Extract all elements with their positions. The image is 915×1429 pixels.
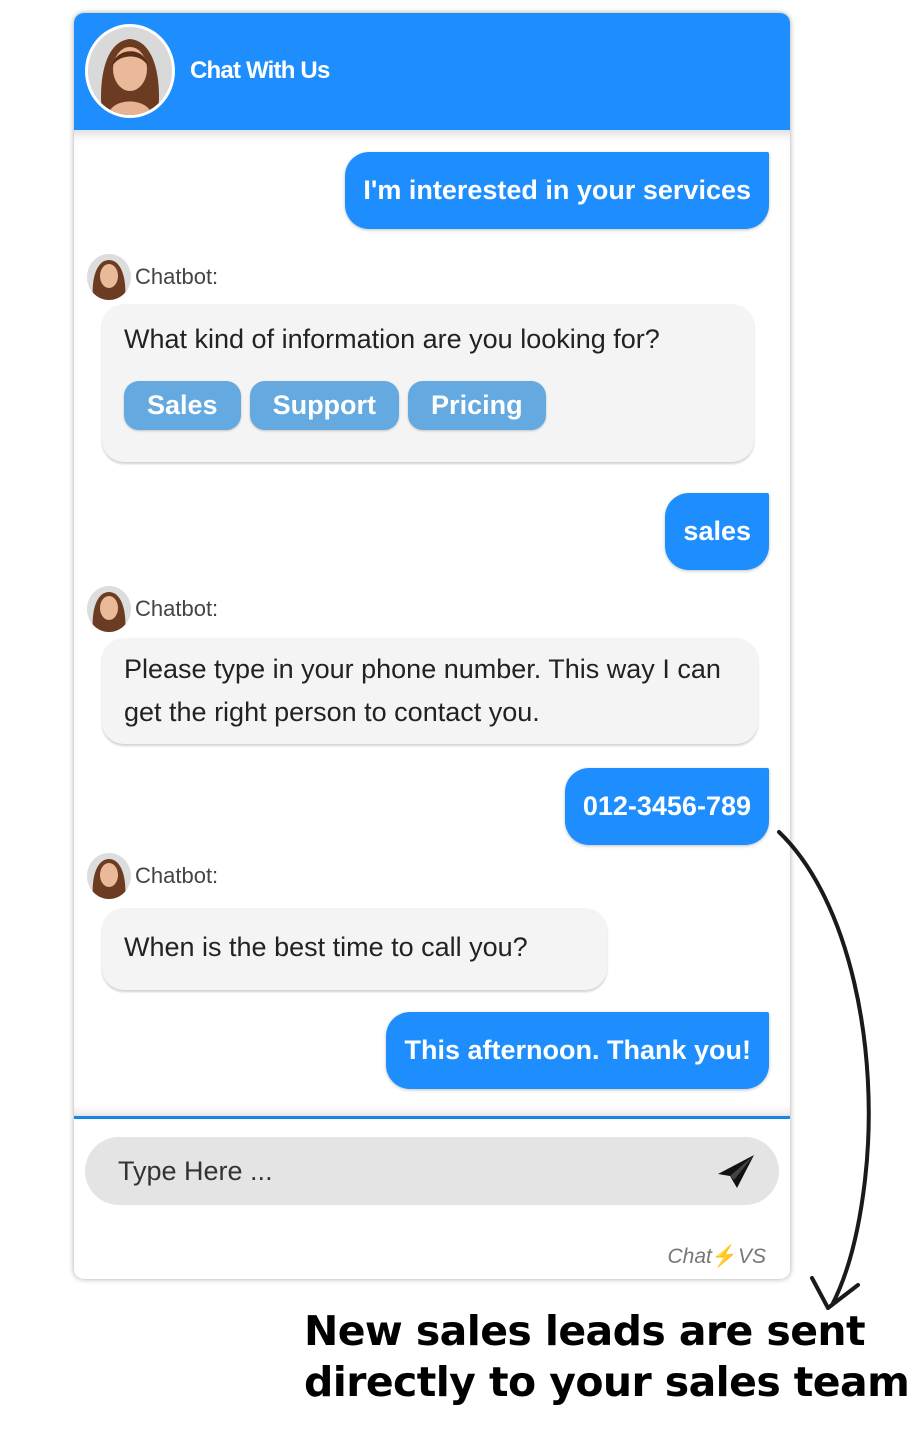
bot-message: When is the best time to call you? <box>102 908 607 990</box>
agent-avatar <box>85 24 175 118</box>
bot-avatar <box>87 586 131 632</box>
caption-line-1: New sales leads are sent <box>304 1307 866 1355</box>
user-message: I'm interested in your services <box>345 152 769 229</box>
bot-label: Chatbot: <box>87 853 218 899</box>
caption-line-2: directly to your sales team <box>304 1358 910 1406</box>
caption: New sales leads are sent directly to you… <box>304 1306 910 1408</box>
chat-header: Chat With Us <box>74 13 790 132</box>
user-message: This afternoon. Thank you! <box>386 1012 769 1089</box>
message-list: I'm interested in your services Chatbot:… <box>74 132 790 1116</box>
bot-message-text: When is the best time to call you? <box>124 932 528 962</box>
paper-plane-icon <box>718 1155 754 1188</box>
bot-label: Chatbot: <box>87 254 218 300</box>
bot-label-text: Chatbot: <box>135 596 219 621</box>
message-input-container <box>85 1137 779 1205</box>
quick-reply-support[interactable]: Support <box>249 381 400 430</box>
user-message: sales <box>665 493 769 570</box>
bot-message: Please type in your phone number. This w… <box>102 638 758 744</box>
bot-label: Chatbot: <box>87 586 218 632</box>
user-message: 012-3456-789 <box>564 768 769 845</box>
chat-title: Chat With Us <box>190 57 330 84</box>
bot-message-text: What kind of information are you looking… <box>124 324 660 354</box>
bot-avatar <box>87 254 131 300</box>
input-divider <box>74 1116 790 1119</box>
bot-message-text: Please type in your phone number. This w… <box>124 654 721 727</box>
brand-logo: Chat⚡VS <box>667 1245 766 1268</box>
bot-label-text: Chatbot: <box>135 264 219 289</box>
quick-replies: Sales Support Pricing <box>124 381 732 430</box>
quick-reply-pricing[interactable]: Pricing <box>408 381 546 430</box>
quick-reply-sales[interactable]: Sales <box>124 381 241 430</box>
bot-label-text: Chatbot: <box>135 863 219 888</box>
message-input[interactable] <box>118 1137 698 1205</box>
chat-widget: Chat With Us I'm interested in your serv… <box>74 13 790 1279</box>
bot-message: What kind of information are you looking… <box>102 304 754 462</box>
send-button[interactable] <box>717 1154 755 1190</box>
bolt-icon: ⚡ <box>711 1245 738 1268</box>
bot-avatar <box>87 853 131 899</box>
